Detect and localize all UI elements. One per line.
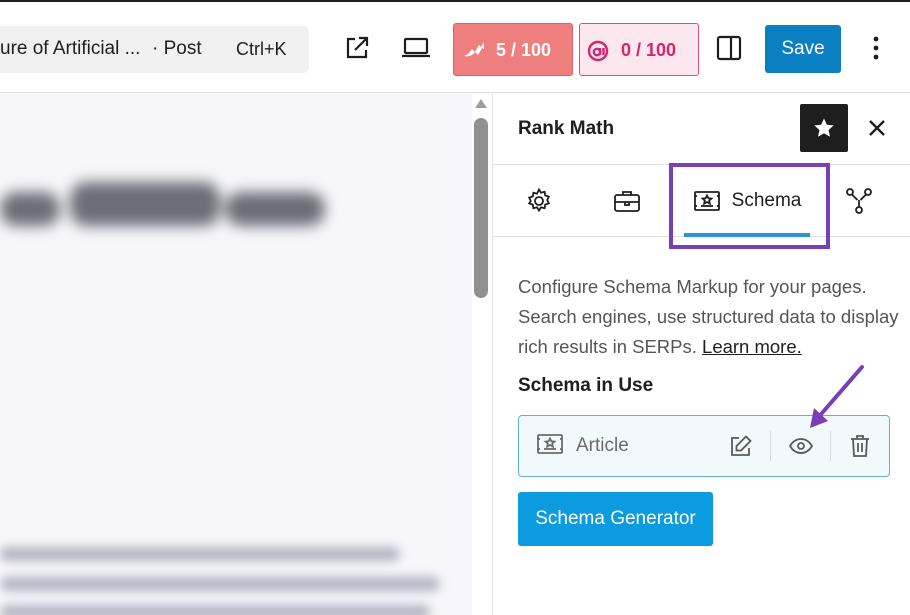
desktop-preview-icon[interactable] <box>400 32 432 64</box>
social-share-icon <box>846 188 872 214</box>
command-shortcut: Ctrl+K <box>236 39 287 59</box>
tab-general[interactable] <box>515 165 563 237</box>
seo-score-button[interactable]: 5 / 100 <box>453 23 573 76</box>
annotation-arrow-icon <box>810 365 864 428</box>
document-type: · Post <box>152 38 202 59</box>
sidebar-toggle-icon[interactable] <box>713 32 745 64</box>
edit-schema-button[interactable] <box>726 430 756 462</box>
content-ai-score-button[interactable]: 0 / 100 <box>579 23 699 76</box>
briefcase-icon <box>614 191 640 212</box>
tab-social[interactable] <box>835 165 883 237</box>
more-options-icon[interactable] <box>860 32 892 64</box>
external-link-icon[interactable] <box>341 32 373 64</box>
scroll-up-arrow-icon[interactable] <box>475 99 487 108</box>
sidebar-title: Rank Math <box>518 118 615 139</box>
schema-in-use-heading: Schema in Use <box>518 375 654 396</box>
tab-advanced[interactable] <box>603 165 651 237</box>
learn-more-link[interactable]: Learn more. <box>702 336 802 357</box>
content-ai-icon <box>586 39 610 68</box>
editor-top-bar: ure of Artificial ... · Post Ctrl+K 5 / … <box>0 0 910 93</box>
document-title: ure of Artificial ... <box>0 38 141 59</box>
edit-pencil-icon <box>731 435 752 456</box>
trash-icon <box>851 435 869 457</box>
command-palette-bar[interactable]: ure of Artificial ... · Post Ctrl+K <box>0 26 309 73</box>
save-button[interactable]: Save <box>765 25 841 73</box>
seo-score-value: 5 / 100 <box>496 40 552 60</box>
gear-icon <box>527 187 551 213</box>
eye-icon <box>788 438 814 454</box>
rank-math-seo-icon <box>462 38 488 65</box>
schema-icon <box>536 432 564 461</box>
close-icon <box>869 120 885 136</box>
scrollbar-thumb[interactable] <box>474 118 488 298</box>
editor-canvas[interactable] <box>0 94 474 615</box>
schema-tab-highlight-box <box>669 163 830 249</box>
schema-item-name: Article <box>576 435 629 456</box>
close-sidebar-button[interactable] <box>861 110 893 146</box>
content-ai-score-value: 0 / 100 <box>621 40 677 60</box>
schema-generator-button[interactable]: Schema Generator <box>518 492 713 546</box>
schema-description: Configure Schema Markup for your pages. … <box>518 272 903 362</box>
blurred-post-heading <box>0 174 330 244</box>
star-icon <box>814 118 834 137</box>
rank-math-sidebar: Rank Math Schema Configure Schema Markup… <box>492 94 910 615</box>
blurred-post-paragraph <box>0 539 450 615</box>
pin-favorite-button[interactable] <box>800 104 848 152</box>
